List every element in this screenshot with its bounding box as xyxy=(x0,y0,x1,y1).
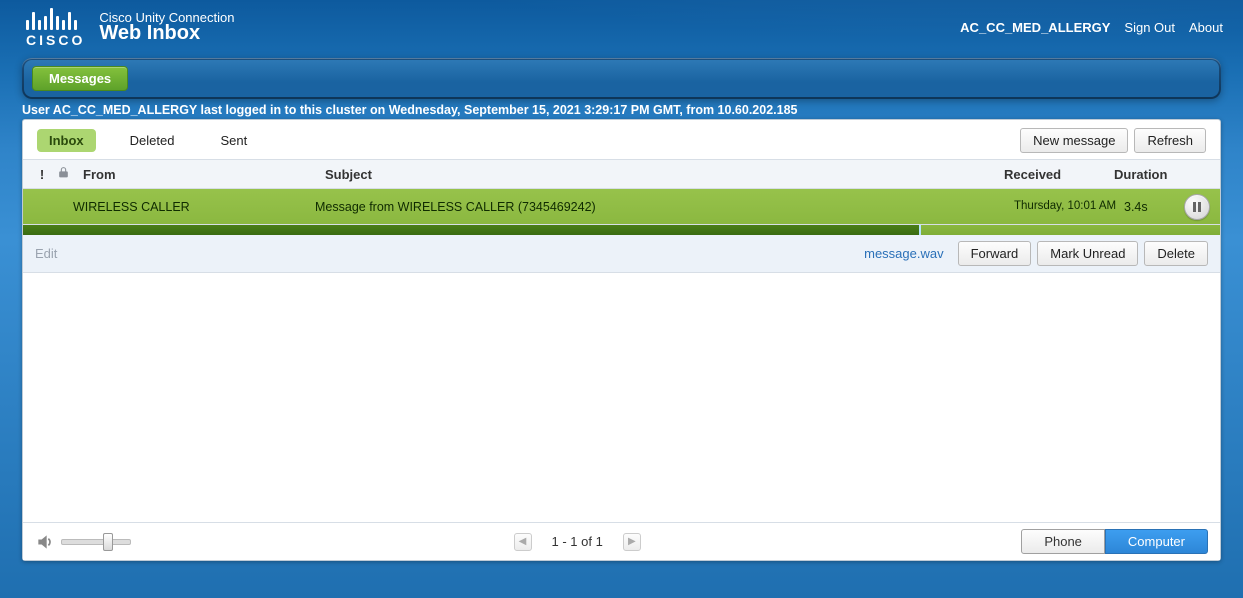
folder-tab-row: Inbox Deleted Sent New message Refresh xyxy=(23,120,1220,160)
device-phone-button[interactable]: Phone xyxy=(1021,529,1105,554)
delete-button[interactable]: Delete xyxy=(1144,241,1208,266)
volume-slider[interactable] xyxy=(61,539,131,545)
about-link[interactable]: About xyxy=(1189,20,1223,35)
speaker-icon[interactable] xyxy=(35,532,55,552)
cisco-wordmark: CISCO xyxy=(26,32,85,48)
col-duration[interactable]: Duration xyxy=(1114,167,1174,182)
edit-label: Edit xyxy=(35,246,57,261)
message-subject: Message from WIRELESS CALLER (7345469242… xyxy=(315,200,1014,214)
mark-unread-button[interactable]: Mark Unread xyxy=(1037,241,1138,266)
cisco-logo-icon: CISCO xyxy=(26,6,85,48)
message-action-row: Edit message.wav Forward Mark Unread Del… xyxy=(23,235,1220,273)
header-right-links: AC_CC_MED_ALLERGY Sign Out About xyxy=(960,20,1223,35)
lock-icon[interactable] xyxy=(51,166,75,182)
new-message-button[interactable]: New message xyxy=(1020,128,1128,153)
refresh-button[interactable]: Refresh xyxy=(1134,128,1206,153)
sign-out-link[interactable]: Sign Out xyxy=(1124,20,1175,35)
device-toggle: Phone Computer xyxy=(1021,529,1208,554)
message-duration: 3.4s xyxy=(1124,200,1184,214)
folder-tab-inbox[interactable]: Inbox xyxy=(37,129,96,152)
header-bar: CISCO Cisco Unity Connection Web Inbox A… xyxy=(0,0,1243,52)
app-name: Web Inbox xyxy=(99,22,234,45)
inbox-frame: Inbox Deleted Sent New message Refresh !… xyxy=(22,119,1221,561)
current-user-label: AC_CC_MED_ALLERGY xyxy=(960,20,1110,35)
pager-prev-button[interactable]: ◀ xyxy=(514,533,532,551)
col-subject[interactable]: Subject xyxy=(325,167,1004,182)
footer-bar: ◀ 1 - 1 of 1 ▶ Phone Computer xyxy=(23,522,1220,560)
folder-tab-deleted[interactable]: Deleted xyxy=(118,129,187,152)
message-received: Thursday, 10:01 AM xyxy=(1014,200,1124,214)
folder-tab-sent[interactable]: Sent xyxy=(208,129,259,152)
message-grid-header: ! From Subject Received Duration xyxy=(23,160,1220,189)
pager: ◀ 1 - 1 of 1 ▶ xyxy=(514,533,641,551)
pager-text: 1 - 1 of 1 xyxy=(552,534,603,549)
message-row[interactable]: WIRELESS CALLER Message from WIRELESS CA… xyxy=(23,189,1220,235)
col-received[interactable]: Received xyxy=(1004,167,1114,182)
tab-messages[interactable]: Messages xyxy=(32,66,128,91)
last-login-status: User AC_CC_MED_ALLERGY last logged in to… xyxy=(22,103,1221,117)
top-frame: Messages xyxy=(22,58,1221,99)
product-titles: Cisco Unity Connection Web Inbox xyxy=(99,10,234,45)
pager-next-button[interactable]: ▶ xyxy=(623,533,641,551)
forward-button[interactable]: Forward xyxy=(958,241,1032,266)
message-grid-body[interactable]: WIRELESS CALLER Message from WIRELESS CA… xyxy=(23,189,1220,522)
cisco-logo-block: CISCO Cisco Unity Connection Web Inbox xyxy=(26,6,234,48)
playback-progress-bar[interactable] xyxy=(23,225,1220,235)
col-from[interactable]: From xyxy=(75,167,325,182)
message-from: WIRELESS CALLER xyxy=(65,200,315,214)
attachment-link[interactable]: message.wav xyxy=(864,246,943,261)
col-priority[interactable]: ! xyxy=(33,167,51,182)
device-computer-button[interactable]: Computer xyxy=(1105,529,1208,554)
pause-button[interactable] xyxy=(1184,194,1210,220)
